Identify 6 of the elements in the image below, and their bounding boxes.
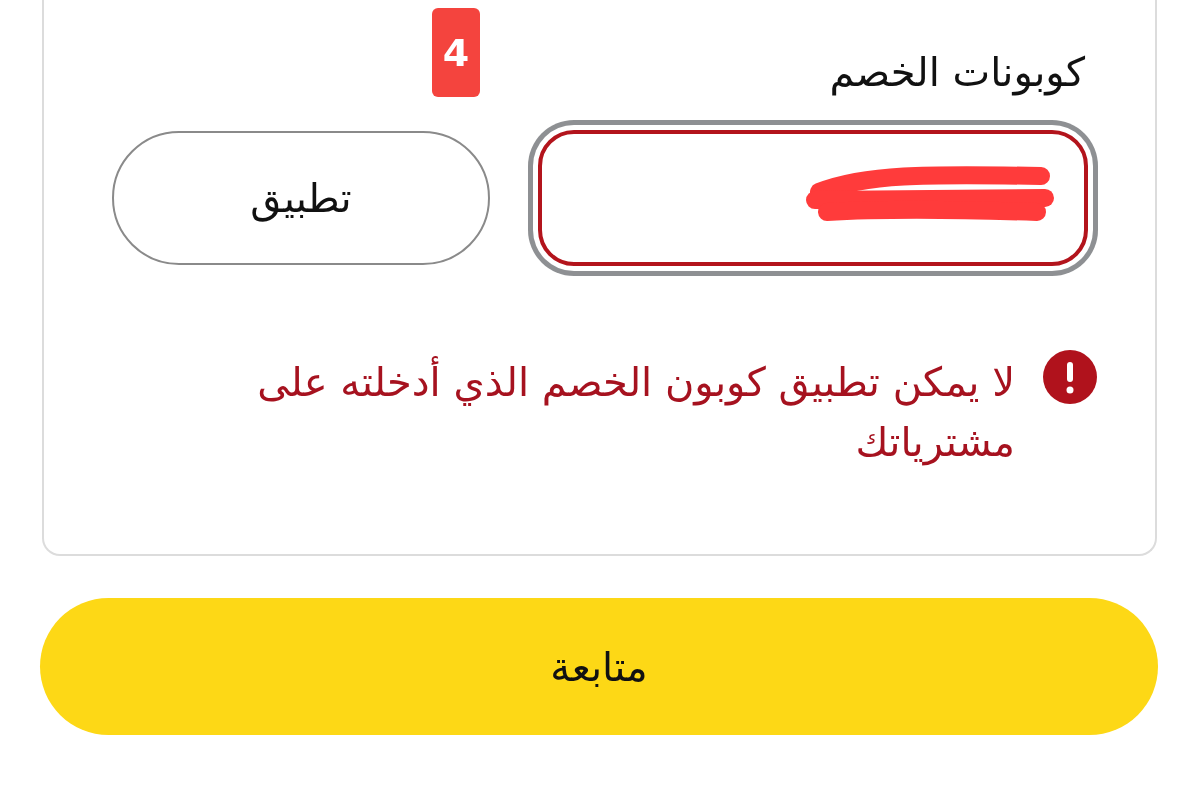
step-number-badge: 4 [432, 8, 480, 97]
continue-button[interactable]: متابعة [40, 598, 1158, 735]
apply-button[interactable]: تطبيق [112, 131, 490, 265]
error-message: لا يمكن تطبيق كوبون الخصم الذي أدخلته على مشترياتك [112, 352, 1015, 472]
error-icon [1043, 350, 1097, 404]
coupon-label: كوبونات الخصم [829, 48, 1085, 98]
